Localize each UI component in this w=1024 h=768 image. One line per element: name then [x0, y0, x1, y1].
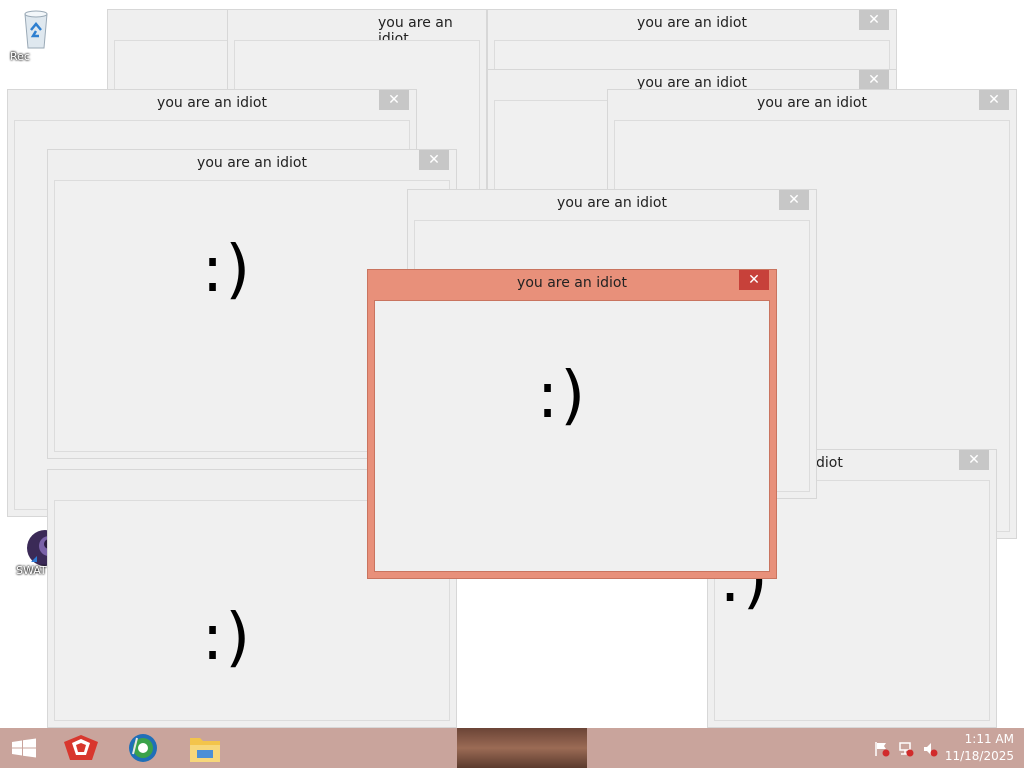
- close-button[interactable]: ✕: [779, 190, 809, 210]
- close-button[interactable]: ✕: [859, 10, 889, 30]
- start-button[interactable]: [0, 728, 60, 768]
- taskbar-file-explorer[interactable]: [175, 728, 235, 768]
- smiley-face: :): [201, 601, 253, 675]
- taskbar-browser[interactable]: [113, 728, 173, 768]
- file-explorer-icon: [190, 738, 220, 762]
- tray-volume[interactable]: [922, 741, 938, 757]
- system-clock[interactable]: 1:11 AM 11/18/2025: [945, 731, 1014, 765]
- network-icon: [899, 742, 914, 757]
- window-title: diot: [816, 455, 843, 471]
- close-button[interactable]: ✕: [419, 150, 449, 170]
- window-title: you are an idiot: [557, 195, 667, 211]
- window-title-bar[interactable]: you are an idiot ✕: [48, 150, 456, 180]
- taskbar-game-app[interactable]: [52, 728, 112, 768]
- window-title-bar[interactable]: you are an idiot ✕: [8, 90, 416, 120]
- browser-globe-icon: [129, 734, 157, 762]
- desktop: Rec SWAT you are an idiot you are an idi…: [0, 0, 1024, 728]
- taskbar: 1:11 AM 11/18/2025: [0, 728, 1024, 768]
- smiley-face: :): [536, 359, 588, 433]
- close-button[interactable]: ✕: [959, 450, 989, 470]
- windows-start-icon: [12, 738, 36, 758]
- window-title: you are an idiot: [197, 155, 307, 171]
- close-button[interactable]: ✕: [739, 270, 769, 290]
- tray-network[interactable]: [898, 741, 914, 757]
- game-app-icon: [64, 735, 98, 760]
- window-title: you are an idiot: [757, 95, 867, 111]
- taskbar-app-thumbnail[interactable]: [457, 728, 587, 768]
- clock-date: 11/18/2025: [944, 749, 1014, 763]
- tray-action-center[interactable]: [874, 741, 890, 757]
- window-title: you are an idiot: [517, 275, 627, 291]
- recycle-bin-icon: [19, 8, 53, 49]
- desktop-icon-label: Rec: [10, 50, 30, 63]
- close-button[interactable]: ✕: [859, 70, 889, 90]
- window-title-bar[interactable]: you are an idiot ✕: [368, 270, 776, 300]
- clock-time: 1:11 AM: [964, 732, 1014, 746]
- window-title-bar[interactable]: you are an idiot: [228, 10, 486, 47]
- close-button[interactable]: ✕: [379, 90, 409, 110]
- window-client: :): [374, 300, 770, 572]
- idiot-window-active[interactable]: you are an idiot ✕ :): [367, 269, 777, 579]
- window-title-bar[interactable]: you are an idiot ✕: [608, 90, 1016, 120]
- close-button[interactable]: ✕: [979, 90, 1009, 110]
- volume-muted-icon: [924, 743, 938, 757]
- recycle-bin-shortcut[interactable]: Rec: [6, 8, 66, 63]
- window-title-bar[interactable]: you are an idiot ✕: [408, 190, 816, 220]
- window-title: you are an idiot: [637, 15, 747, 31]
- window-title-bar[interactable]: you are an idiot ✕: [488, 10, 896, 40]
- action-center-flag-icon: [875, 742, 890, 757]
- window-title: you are an idiot: [157, 95, 267, 111]
